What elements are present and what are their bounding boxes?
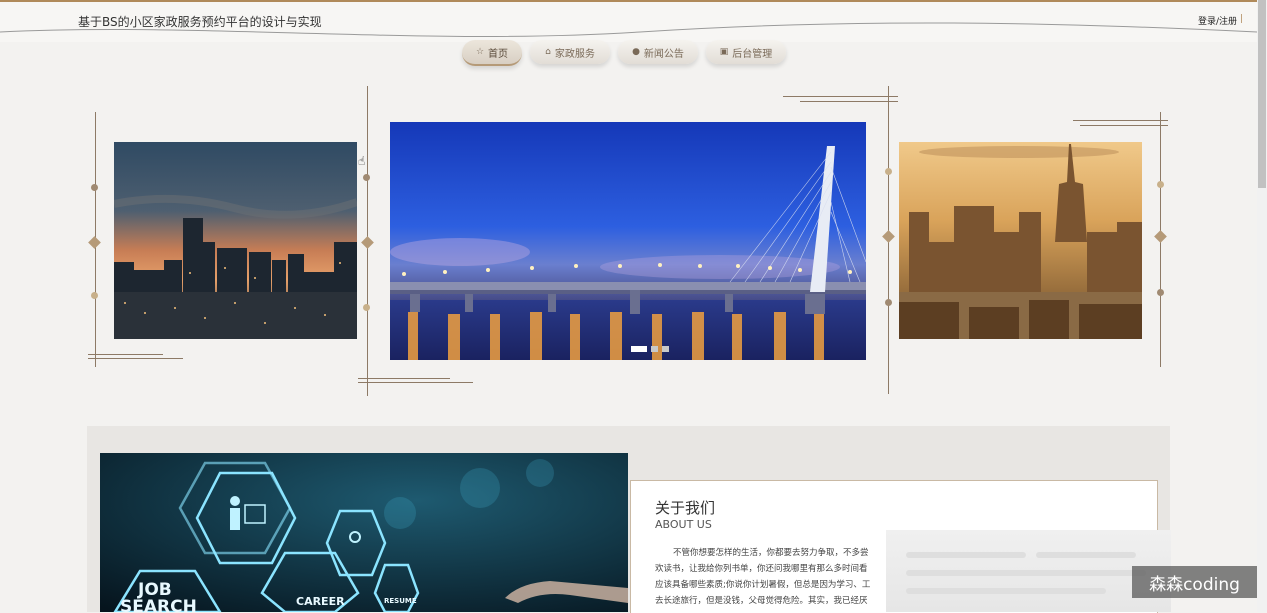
mouse-cursor-icon: ☝ bbox=[358, 154, 366, 168]
carousel-pager bbox=[631, 346, 669, 352]
carousel-deco-line bbox=[1080, 125, 1168, 126]
nav-item-home[interactable]: ☆ 首页 bbox=[462, 40, 522, 66]
carousel-deco-dot bbox=[91, 184, 98, 191]
nav-item-news-label: 新闻公告 bbox=[643, 48, 684, 60]
carousel-deco-dot bbox=[1157, 289, 1164, 296]
carousel-dot[interactable] bbox=[631, 346, 647, 352]
carousel-deco-line bbox=[358, 378, 450, 379]
carousel-slide-city-dusk[interactable] bbox=[114, 142, 357, 339]
login-separator: | bbox=[1239, 14, 1243, 24]
carousel-deco-diamond bbox=[882, 230, 895, 243]
about-line: 应该具备哪些素质;你说你计划暑假，但总是因为学习、工 bbox=[655, 580, 871, 590]
carousel-dot[interactable] bbox=[662, 346, 669, 352]
carousel-deco-dot bbox=[1157, 181, 1164, 188]
watermark: 森森coding bbox=[1132, 566, 1257, 598]
carousel-deco-diamond bbox=[361, 236, 374, 249]
scrollbar-thumb[interactable] bbox=[1258, 0, 1266, 188]
blurred-overlay bbox=[886, 530, 1171, 612]
main-navigation: ☆ 首页 ⌂ 家政服务 ● 新闻公告 ▣ 后台管理 bbox=[0, 40, 1257, 68]
about-line: 欢读书，让我给你列书单，你还问我哪里有那么多时间看 bbox=[655, 564, 868, 574]
career-label: CAREER bbox=[296, 595, 345, 608]
carousel-slide-golden-city[interactable] bbox=[899, 142, 1142, 339]
carousel-deco-line bbox=[800, 101, 898, 102]
search-label: SEARCH bbox=[120, 597, 197, 612]
carousel-deco-line bbox=[358, 382, 473, 383]
carousel-deco-line bbox=[88, 358, 183, 359]
carousel-deco-diamond bbox=[88, 236, 101, 249]
about-line: 去长途旅行，但是没钱，父母觉得危险。其实，我已经厌 bbox=[655, 596, 868, 606]
nav-item-admin[interactable]: ▣ 后台管理 bbox=[706, 40, 786, 64]
nav-item-admin-label: 后台管理 bbox=[732, 48, 773, 60]
nav-item-home-label: 首页 bbox=[488, 48, 509, 60]
carousel-deco-line bbox=[1073, 120, 1168, 121]
login-register-link[interactable]: 登录/注册 bbox=[1198, 14, 1237, 27]
carousel-deco-diamond bbox=[1154, 230, 1167, 243]
about-subtitle: ABOUT US bbox=[655, 518, 712, 531]
nav-item-housekeeping-label: 家政服务 bbox=[554, 48, 595, 60]
carousel-dot[interactable] bbox=[651, 346, 658, 352]
bag-icon: ⌂ bbox=[545, 47, 551, 57]
carousel-deco-line bbox=[88, 354, 163, 355]
site-title: 基于BS的小区家政服务预约平台的设计与实现 bbox=[78, 15, 322, 29]
about-title: 关于我们 bbox=[655, 499, 716, 517]
resume-label: RESUME bbox=[384, 597, 417, 605]
carousel-deco-dot bbox=[363, 304, 370, 311]
nav-item-housekeeping[interactable]: ⌂ 家政服务 bbox=[530, 40, 610, 64]
carousel-deco-dot bbox=[363, 174, 370, 181]
top-bar: 基于BS的小区家政服务预约平台的设计与实现 登录/注册 | bbox=[0, 0, 1257, 42]
nav-item-news[interactable]: ● 新闻公告 bbox=[618, 40, 698, 64]
info-icon: ● bbox=[632, 47, 640, 57]
carousel-deco-dot bbox=[885, 168, 892, 175]
about-image-job-search: JOB SEARCH CAREER RESUME bbox=[100, 453, 628, 612]
about-paragraph: 不管你想要怎样的生活，你都要去努力争取，不多尝 欢读书，让我给你列书单，你还问我… bbox=[655, 545, 890, 609]
briefcase-icon: ▣ bbox=[719, 47, 729, 57]
carousel-deco-line bbox=[783, 96, 898, 97]
page-scrollbar[interactable] bbox=[1257, 0, 1267, 612]
carousel-deco-dot bbox=[91, 292, 98, 299]
star-icon: ☆ bbox=[475, 47, 485, 57]
about-line: 不管你想要怎样的生活，你都要去努力争取，不多尝 bbox=[673, 548, 869, 558]
carousel-slide-bridge[interactable] bbox=[390, 122, 866, 360]
carousel-deco-dot bbox=[885, 299, 892, 306]
